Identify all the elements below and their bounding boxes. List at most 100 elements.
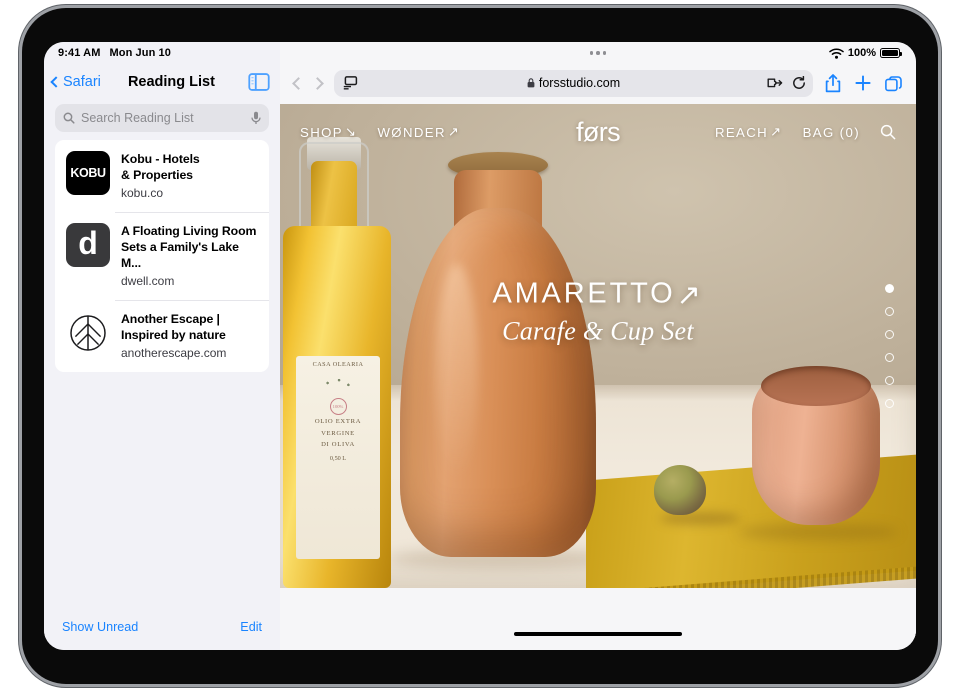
list-item-title-line1: Another Escape | (121, 311, 220, 326)
navigation-arrows (288, 76, 326, 90)
bottle-label-volume: 0,50 L (329, 454, 347, 462)
bottle-label-brand: CASA OLEARIA (312, 361, 364, 369)
address-bar[interactable]: forsstudio.com (334, 69, 813, 97)
list-item-title: A Floating Living Room Sets a Family's L… (121, 224, 259, 272)
pagination-dot[interactable] (885, 376, 894, 385)
list-item-text: Another Escape | Inspired by nature anot… (121, 311, 259, 361)
bottle-neck (311, 160, 357, 235)
address-bar-actions (767, 76, 806, 90)
list-item[interactable]: KOBU Kobu - Hotels & Properties kobu.co (55, 140, 269, 212)
multitask-handle-icon[interactable] (589, 51, 607, 55)
plus-icon[interactable] (855, 75, 871, 91)
list-item[interactable]: d A Floating Living Room Sets a Family's… (55, 211, 269, 300)
chevron-left-icon (50, 76, 62, 88)
favicon-kobu: KOBU (66, 151, 110, 195)
show-unread-button[interactable]: Show Unread (62, 620, 138, 634)
list-item-text: Kobu - Hotels & Properties kobu.co (121, 151, 259, 201)
cup-shadow (738, 523, 898, 540)
carousel-pagination (885, 284, 894, 408)
bottle-label-line1: OLIO EXTRA (314, 418, 362, 426)
share-icon[interactable] (825, 73, 841, 93)
microphone-icon[interactable] (251, 111, 261, 125)
list-item-title-line2: Inspired by nature (121, 327, 226, 342)
search-icon (63, 112, 75, 124)
list-item[interactable]: Another Escape | Inspired by nature anot… (55, 299, 269, 372)
site-brand-logo[interactable]: førs (576, 117, 621, 148)
list-item-title-line1: Kobu - Hotels (121, 152, 200, 166)
status-bar-left: 9:41 AM Mon Jun 10 (44, 42, 280, 64)
url-text: forsstudio.com (538, 76, 621, 90)
olive-oil-bottle: CASA OLEARIA 100% OLIO EXTRA VERGINE DI … (283, 123, 391, 588)
sidebar-title: Reading List (127, 74, 215, 90)
reading-list-sidebar: 9:41 AM Mon Jun 10 Safari Reading List S… (44, 42, 280, 650)
nav-link-wonder-label: WØNDER (377, 124, 446, 140)
reader-view-icon[interactable] (343, 76, 358, 90)
status-indicators: 100% (829, 42, 902, 64)
browser-bottom-chrome (280, 588, 916, 650)
nav-link-shop[interactable]: SHOP ↘ (300, 124, 357, 140)
bottle-label-line2: VERGINE (321, 429, 355, 437)
arrow-up-right-icon: ↗ (447, 124, 461, 139)
status-date: Mon Jun 10 (109, 47, 171, 59)
url-display: forsstudio.com (334, 76, 813, 90)
list-item-title-line1: A Floating Living Room (121, 223, 257, 238)
bottle-label: CASA OLEARIA 100% OLIO EXTRA VERGINE DI … (296, 356, 380, 560)
browser-pane: 100% forsstudio.com CASA OLEARIA 100% OL… (280, 42, 916, 650)
home-indicator[interactable] (514, 631, 682, 636)
hero-text-block: AMARETTO ↗ Carafe & Cup Set (492, 278, 703, 347)
search-container (44, 100, 280, 140)
nav-link-reach[interactable]: REACH ↗ (715, 124, 783, 140)
favicon-kobu-label: KOBU (70, 166, 106, 180)
favicon-dwell-label: d (78, 225, 98, 262)
list-item-title: Kobu - Hotels & Properties (121, 152, 259, 184)
reload-icon[interactable] (792, 76, 806, 90)
arrow-down-right-icon: ↘ (344, 124, 358, 139)
chevron-left-icon[interactable] (292, 76, 305, 90)
nav-link-reach-label: REACH (714, 124, 769, 140)
chevron-right-icon[interactable] (311, 76, 324, 90)
hero-title[interactable]: AMARETTO ↗ (492, 278, 703, 313)
pagination-dot[interactable] (885, 284, 894, 293)
list-item-title-line2: Sets a Family's Lake M... (121, 239, 239, 270)
tab-overview-icon[interactable] (885, 75, 902, 92)
fig-fruit (654, 465, 706, 516)
ipad-screen: 9:41 AM Mon Jun 10 Safari Reading List S… (44, 42, 916, 650)
arrow-up-right-icon: ↗ (770, 124, 783, 139)
bottle-label-line3: DI OLIVA (321, 441, 355, 449)
nav-right-group: REACH ↗ BAG (0) (715, 124, 896, 140)
back-to-safari-button[interactable]: Safari (50, 74, 101, 90)
hero-title-label: AMARETTO (492, 277, 676, 310)
sidebar-toggle-icon[interactable] (248, 73, 270, 91)
pagination-dot[interactable] (885, 399, 894, 408)
reading-list-card: KOBU Kobu - Hotels & Properties kobu.co … (55, 140, 269, 372)
pagination-dot[interactable] (885, 353, 894, 362)
list-item-domain: kobu.co (121, 185, 164, 200)
pagination-dot[interactable] (885, 330, 894, 339)
lock-icon (527, 78, 535, 88)
nav-link-wonder[interactable]: WØNDER ↗ (377, 124, 460, 140)
nav-link-bag[interactable]: BAG (0) (803, 125, 860, 140)
wifi-icon (829, 47, 844, 59)
edit-button[interactable]: Edit (240, 620, 262, 634)
status-bar-right: 100% (280, 42, 916, 64)
cup-rim (760, 365, 872, 406)
pagination-dot[interactable] (885, 307, 894, 316)
battery-percent-label: 100% (847, 47, 876, 59)
search-input[interactable] (81, 111, 245, 125)
nav-link-bag-label: BAG (0) (802, 124, 860, 140)
list-item-text: A Floating Living Room Sets a Family's L… (121, 223, 259, 289)
extensions-icon[interactable] (767, 76, 783, 90)
list-item-title: Another Escape | Inspired by nature (121, 312, 259, 344)
back-button-label: Safari (63, 74, 101, 90)
toolbar-actions (821, 73, 902, 93)
bottle-label-stamp: 100% (329, 398, 347, 416)
battery-icon (880, 48, 902, 58)
list-item-domain: anotherescape.com (121, 345, 227, 360)
status-time: 9:41 AM (58, 47, 101, 59)
olive-branch-graphic (312, 371, 364, 396)
favicon-another-escape (66, 310, 110, 355)
search-reading-list-field[interactable] (55, 104, 269, 132)
bottle-body: CASA OLEARIA 100% OLIO EXTRA VERGINE DI … (283, 225, 391, 588)
search-icon[interactable] (880, 124, 896, 140)
favicon-dwell: d (66, 222, 110, 267)
